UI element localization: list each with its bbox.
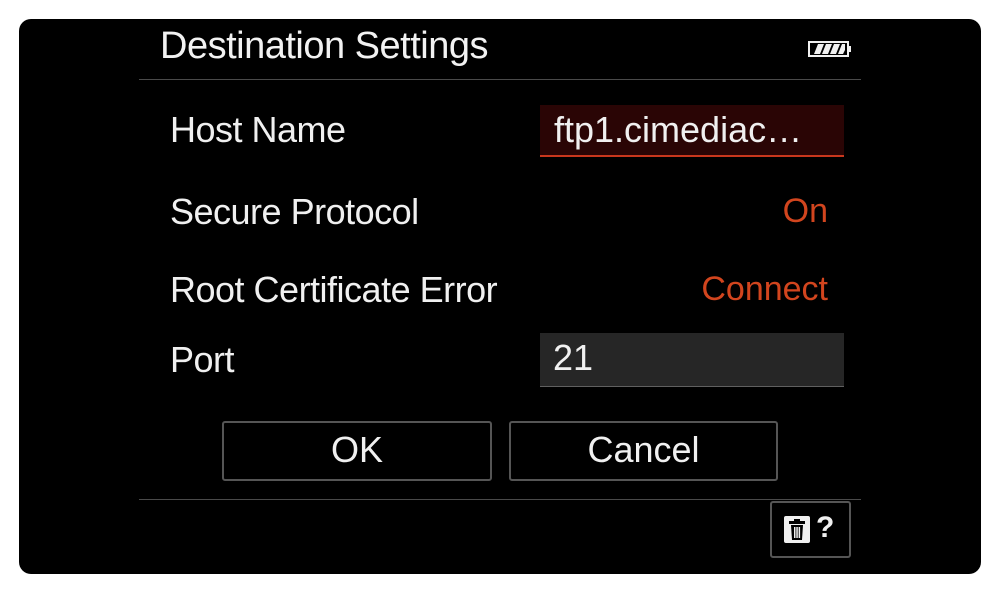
page-title: Destination Settings [160,25,488,67]
ok-button[interactable]: OK [222,421,492,481]
port-value: 21 [553,337,594,378]
secure-protocol-label: Secure Protocol [170,191,419,232]
delete-help-button[interactable]: ? [770,501,851,558]
battery-full-icon [808,40,852,58]
cancel-button[interactable]: Cancel [509,421,778,481]
header-divider [139,79,861,80]
help-icon: ? [816,511,835,544]
footer-divider [139,499,861,500]
secure-protocol-value[interactable]: On [783,192,828,231]
host-name-value: ftp1.cimediac… [554,109,803,150]
port-label: Port [170,339,235,380]
host-name-field[interactable]: ftp1.cimediac… [540,105,844,157]
root-certificate-error-label: Root Certificate Error [170,269,498,310]
trash-icon [784,516,810,543]
host-name-label: Host Name [170,109,346,150]
camera-screen: Destination Settings Host Name ftp1.cime… [19,19,981,574]
root-certificate-error-value[interactable]: Connect [701,270,828,309]
port-field[interactable]: 21 [540,333,844,387]
